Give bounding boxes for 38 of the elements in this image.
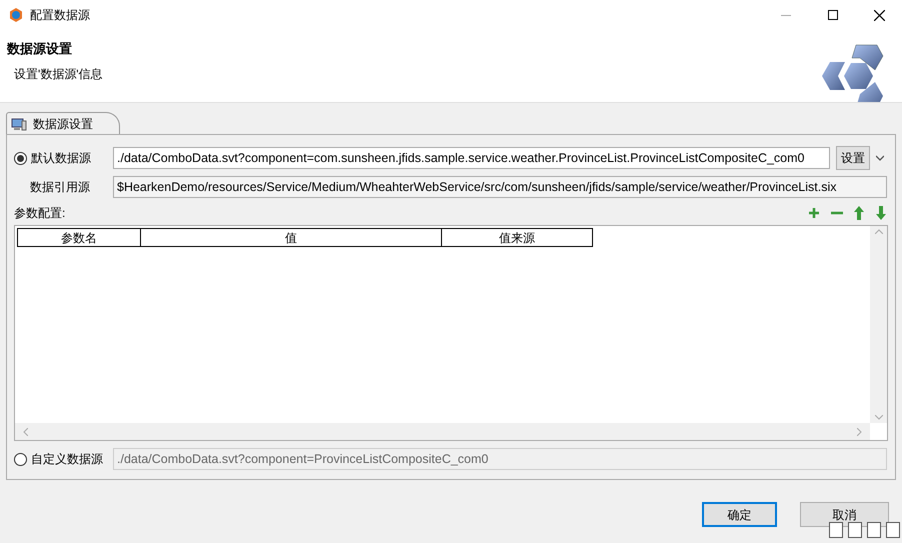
overlay-square: [829, 522, 843, 538]
chevron-up-icon[interactable]: [874, 229, 882, 234]
ok-button[interactable]: 确定: [702, 502, 777, 527]
cancel-button[interactable]: 取消: [800, 502, 889, 527]
overlay-square: [848, 522, 862, 538]
tab[interactable]: 数据源设置: [6, 112, 120, 134]
reference-field[interactable]: $HearkenDemo/resources/Service/Medium/WheahterWebService/src/com/sunsheen/jfids/sample/service/weather/ProvinceList.six: [113, 176, 887, 198]
header-subtitle: 设置'数据源'信息: [14, 66, 103, 82]
header-title: 数据源设置: [7, 40, 73, 58]
custom-source-field[interactable]: ./data/ComboData.svt?component=ProvinceListCompositeC_com0: [113, 448, 887, 470]
chevron-down-icon[interactable]: [876, 155, 884, 161]
app-icon: [9, 8, 23, 22]
vertical-scrollbar[interactable]: [870, 226, 887, 423]
section-label: 参数配置:: [14, 205, 66, 222]
window-title: 配置数据源: [30, 7, 90, 24]
column-header[interactable]: 参数名: [18, 229, 140, 246]
remove-icon[interactable]: [831, 211, 843, 215]
radio-button[interactable]: [14, 152, 27, 164]
radio-label: 自定义数据源: [31, 451, 103, 468]
close-icon[interactable]: [874, 10, 885, 20]
minimize-icon[interactable]: [781, 14, 791, 16]
radio-label: 默认数据源: [31, 150, 91, 167]
column-header[interactable]: 值: [140, 229, 441, 246]
down-arrow-icon[interactable]: [876, 206, 886, 220]
settings-button[interactable]: 设置: [836, 146, 870, 170]
radio-button[interactable]: [14, 452, 27, 466]
column-header[interactable]: 值来源: [441, 229, 592, 246]
chevron-right-icon[interactable]: [857, 428, 862, 436]
horizontal-scrollbar[interactable]: [15, 423, 870, 440]
overlay-square: [886, 522, 900, 538]
maximize-icon[interactable]: [828, 10, 838, 20]
overlay-square: [867, 522, 881, 538]
source-field[interactable]: ./data/ComboData.svt?component=com.sunsheen.jfids.sample.service.weather.ProvinceList.ProvinceListCompositeC_com0: [113, 147, 830, 169]
chevron-left-icon[interactable]: [23, 428, 28, 436]
up-arrow-icon[interactable]: [854, 206, 864, 220]
field-label: 数据引用源: [29, 179, 91, 196]
monitor-icon: [11, 116, 27, 130]
add-icon[interactable]: [808, 207, 820, 219]
